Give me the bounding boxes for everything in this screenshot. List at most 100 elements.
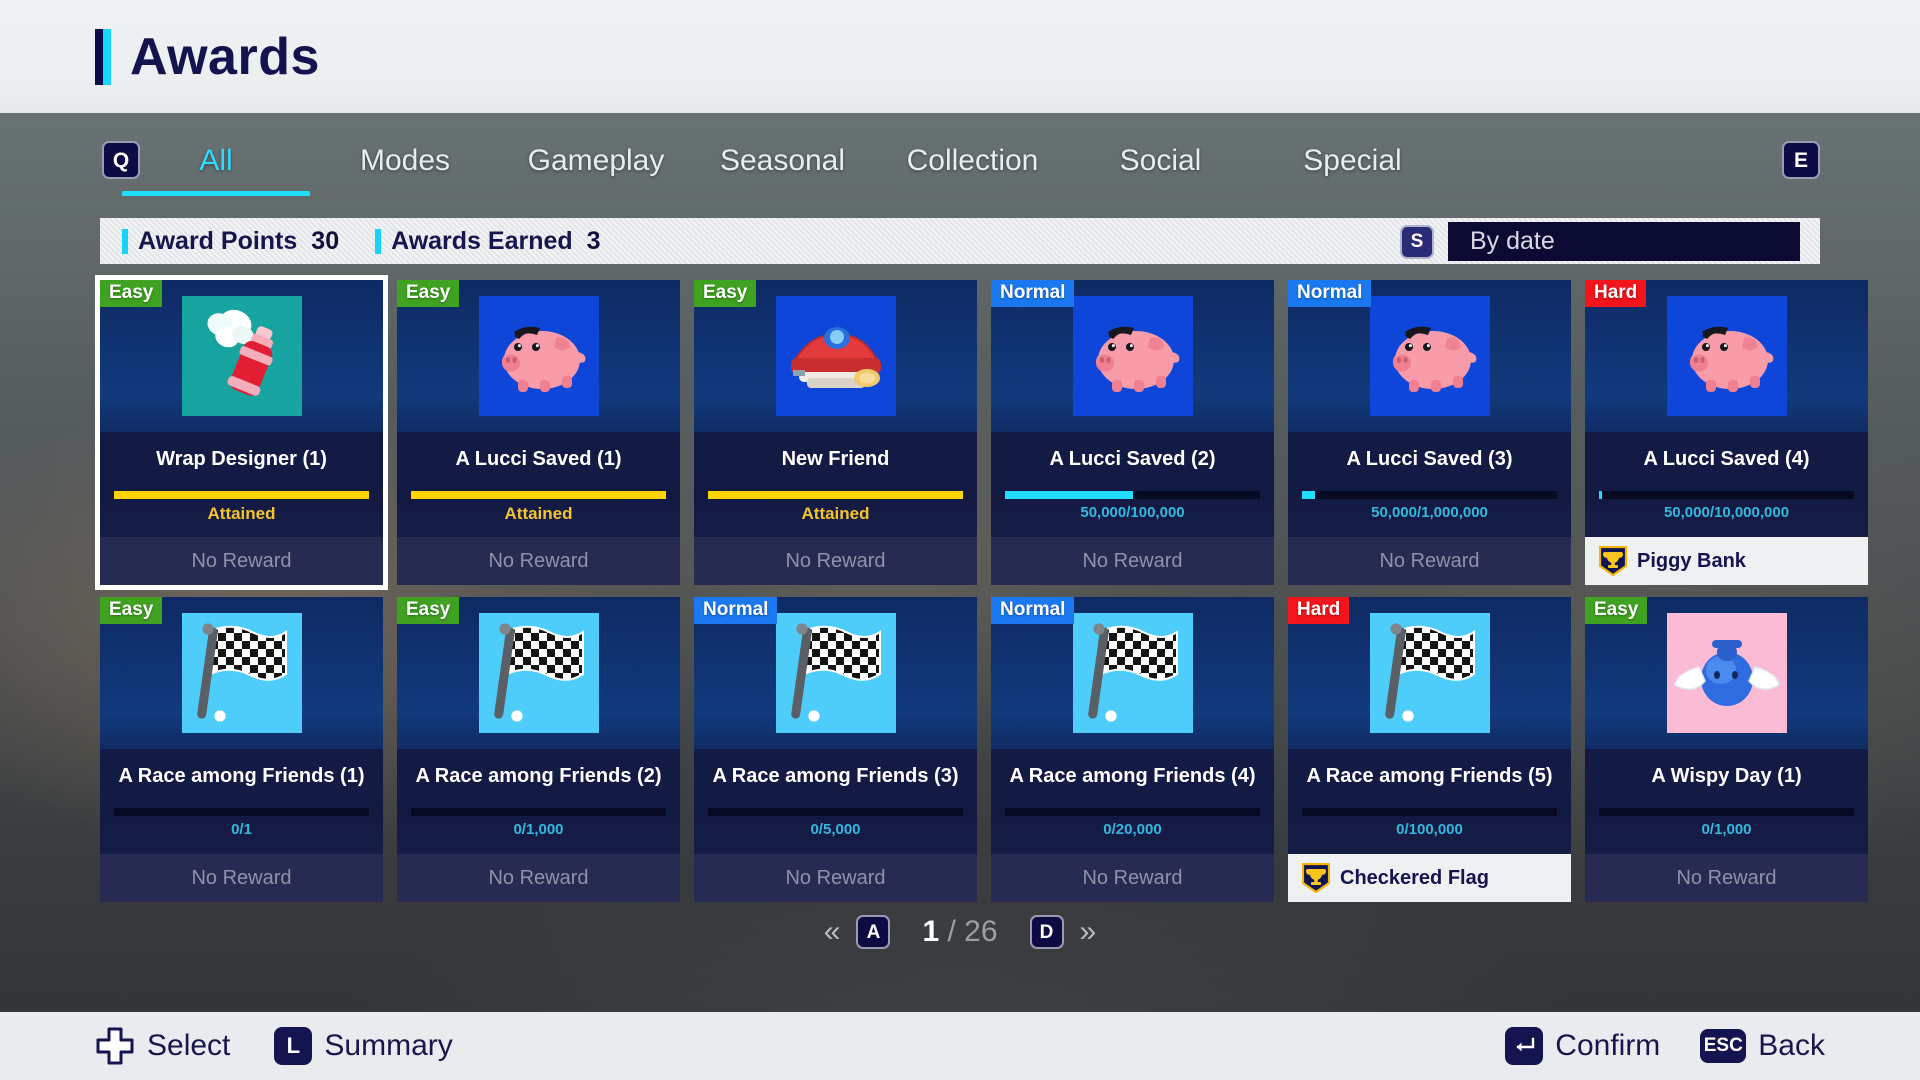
reward-bar: No Reward: [397, 537, 680, 585]
progress-bar: [708, 491, 963, 499]
stat-tick-icon: [122, 228, 128, 254]
summary-action[interactable]: L Summary: [274, 1026, 453, 1066]
sort-control[interactable]: S By date: [1400, 222, 1800, 261]
stat-tick-icon: [375, 228, 382, 254]
awards-screen: Awards Q E All Modes Gameplay Seasonal Colle…: [0, 0, 1920, 1080]
piggy-bank-icon: [1072, 296, 1193, 416]
award-title: A Race among Friends (4): [1009, 765, 1256, 787]
tab-modes[interactable]: Modes: [320, 113, 490, 209]
award-card[interactable]: Easy New Friend Attained No Reward: [694, 280, 977, 585]
sort-select[interactable]: By date: [1448, 222, 1800, 261]
award-title: A Wispy Day (1): [1651, 765, 1802, 787]
award-card[interactable]: Normal A Race among Friends (4) 0/20,000 N…: [991, 597, 1274, 902]
tab-all[interactable]: All: [122, 113, 310, 209]
progress-text: 0/1,000: [1701, 821, 1752, 838]
award-title: A Race among Friends (2): [415, 765, 662, 787]
award-card[interactable]: Hard A Lucci Saved (4) 50,000/10,000,000: [1585, 280, 1868, 585]
award-card[interactable]: Easy A Lucci Saved (1) Attained No Reward: [397, 280, 680, 585]
reward-bar: No Reward: [1288, 537, 1571, 585]
award-card[interactable]: Easy A Race among Friends (2) 0/1,000 No R…: [397, 597, 680, 902]
back-key-esc[interactable]: ESC: [1700, 1029, 1747, 1063]
award-card[interactable]: Hard A Race among Friends (5) 0/100,000: [1288, 597, 1571, 902]
progress-text: Attained: [801, 504, 870, 523]
reward-bar[interactable]: Piggy Bank: [1585, 537, 1868, 585]
confirm-action[interactable]: Confirm: [1505, 1027, 1660, 1065]
progress-text: Attained: [207, 504, 276, 523]
awards-earned-value: 3: [586, 226, 601, 255]
award-card[interactable]: Easy Wrap Designer (1) Attained No Reward: [95, 275, 388, 590]
progress-bar-fill: [114, 491, 369, 499]
award-points-value: 30: [311, 226, 340, 255]
current-page: 1: [922, 915, 940, 948]
difficulty-badge: Hard: [1585, 280, 1647, 307]
reward-label: Piggy Bank: [1637, 549, 1746, 572]
reward-bar[interactable]: Checkered Flag: [1288, 854, 1571, 902]
tab-label: Collection: [906, 144, 1039, 177]
sort-key-s[interactable]: S: [1400, 224, 1434, 259]
tab-seasonal[interactable]: Seasonal: [695, 113, 870, 209]
first-page-icon[interactable]: «: [822, 917, 843, 947]
progress-text: 50,000/100,000: [1080, 504, 1185, 521]
progress-text: 0/1: [231, 821, 252, 838]
reward-bar: No Reward: [694, 537, 977, 585]
spray-can-icon: [181, 296, 302, 416]
tab-social[interactable]: Social: [1073, 113, 1248, 209]
reward-label: No Reward: [1676, 866, 1777, 889]
tab-collection[interactable]: Collection: [880, 113, 1065, 209]
tab-active-underline: [122, 191, 310, 196]
difficulty-badge: Normal: [1288, 280, 1372, 307]
award-card[interactable]: Normal A Race among Friends (3) 0/5,000 No…: [694, 597, 977, 902]
difficulty-badge: Normal: [991, 280, 1075, 307]
checkered-flag-icon: [1072, 613, 1193, 733]
reward-bar: No Reward: [100, 537, 383, 585]
page-header: Awards: [0, 0, 1920, 113]
progress-bar: [1005, 808, 1260, 816]
reward-label: No Reward: [191, 866, 292, 889]
page-separator: /: [947, 915, 956, 948]
award-card[interactable]: Easy A Wispy Day (1) 0/1,000 No Reward: [1585, 597, 1868, 902]
reward-label: No Reward: [488, 866, 589, 889]
confirm-label: Confirm: [1555, 1029, 1661, 1062]
award-title: New Friend: [781, 448, 890, 470]
progress-text: Attained: [504, 504, 573, 523]
reward-bar: No Reward: [991, 537, 1274, 585]
progress-bar: [114, 491, 369, 499]
progress-bar: [1302, 491, 1557, 499]
award-card[interactable]: Normal A Lucci Saved (2) 50,000/100,000 No…: [991, 280, 1274, 585]
tab-label: Modes: [359, 144, 451, 177]
reward-label: No Reward: [1082, 549, 1183, 572]
difficulty-badge: Easy: [100, 280, 163, 307]
award-card[interactable]: Normal A Lucci Saved (3) 50,000/1,000,000…: [1288, 280, 1571, 585]
award-card-body: A Race among Friends (2) 0/1,000: [397, 749, 680, 854]
tab-gameplay[interactable]: Gameplay: [513, 113, 679, 209]
total-pages: 26: [964, 915, 998, 948]
reward-bar: No Reward: [1585, 854, 1868, 902]
award-card[interactable]: Easy A Race among Friends (1) 0/1 No Rewar…: [100, 597, 383, 902]
select-label: Select: [147, 1029, 231, 1062]
reward-label: No Reward: [1379, 549, 1480, 572]
piggy-bank-icon: [1369, 296, 1490, 416]
reward-label: No Reward: [785, 549, 886, 572]
awards-grid: Easy Wrap Designer (1) Attained No Reward E…: [95, 275, 1868, 902]
reward-bar: No Reward: [991, 854, 1274, 902]
select-action[interactable]: Select: [95, 1026, 230, 1066]
award-card-body: A Lucci Saved (2) 50,000/100,000: [991, 432, 1274, 537]
tab-special[interactable]: Special: [1260, 113, 1445, 209]
difficulty-badge: Easy: [397, 280, 460, 307]
tab-label: Social: [1119, 144, 1202, 177]
next-page-key-d[interactable]: D: [1029, 915, 1064, 949]
dpad-icon: [95, 1026, 135, 1066]
piggy-bank-icon: [478, 296, 599, 416]
progress-bar: [1005, 491, 1260, 499]
summary-key-l[interactable]: L: [274, 1027, 313, 1065]
award-title: Wrap Designer (1): [156, 448, 327, 470]
difficulty-badge: Normal: [991, 597, 1075, 624]
wisp-icon: [1666, 613, 1787, 733]
progress-bar-fill: [1599, 491, 1602, 499]
last-page-icon[interactable]: »: [1078, 917, 1099, 947]
difficulty-badge: Easy: [397, 597, 460, 624]
award-card-body: A Lucci Saved (1) Attained: [397, 432, 680, 537]
prev-page-key-a[interactable]: A: [856, 915, 891, 949]
reward-label: No Reward: [785, 866, 886, 889]
back-action[interactable]: ESC Back: [1700, 1027, 1825, 1065]
